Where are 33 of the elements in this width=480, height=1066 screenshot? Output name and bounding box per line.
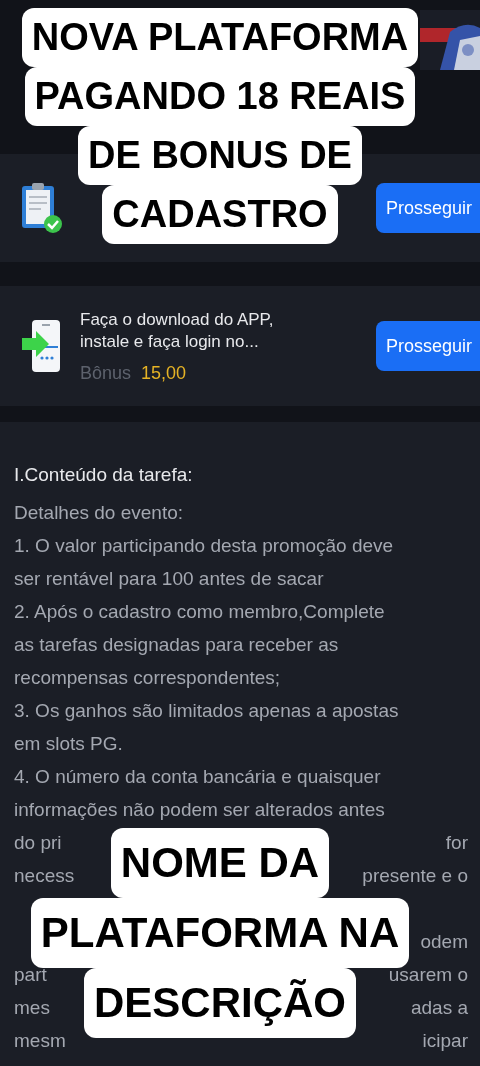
task-title: Faça o download do APP, instale e faça login no... (80, 308, 275, 353)
task-text: ser rentável para 100 antes de sacar (14, 567, 324, 590)
caption-text: CADASTRO (102, 185, 338, 244)
task-text: 3. Os ganhos são limitados apenas a apostas (14, 699, 399, 722)
proceed-button[interactable]: Prosseguir (375, 321, 480, 371)
task-text: 2. Após o cadastro como membro,Complete (14, 600, 385, 623)
task-text: 4. O número da conta bancária e quaisquer (14, 765, 381, 788)
proceed-button[interactable]: Prosseguir (375, 183, 480, 233)
task-text: recompensas correspondentes; (14, 666, 281, 689)
caption-text: NOME DA (110, 828, 330, 898)
task-text: adas a (410, 996, 468, 1019)
task-text: odem (420, 930, 468, 953)
bonus-value: 15,00 (141, 362, 187, 384)
caption-text: NOVA PLATAFORMA (21, 8, 419, 67)
caption-text: PLATAFORMA NA (30, 898, 410, 968)
task-text: icipar (422, 1029, 468, 1052)
task-text: necess (14, 864, 75, 887)
caption-text: DESCRIÇÃO (84, 968, 356, 1038)
section-heading: I.Conteúdo da tarefa: (14, 463, 194, 487)
bonus-label: Bônus (80, 362, 132, 384)
caption-text: DE BONUS DE (78, 126, 362, 185)
task-text: informações não podem ser alterados antes (14, 798, 385, 821)
task-text: as tarefas designadas para receber as (14, 633, 339, 656)
task-text: mesm (14, 1029, 66, 1052)
clipboard-check-icon (20, 180, 64, 236)
task-text: presente e o (362, 864, 468, 887)
task-text: do pri (14, 831, 62, 854)
task-text: 1. O valor participando desta promoção deve (14, 534, 394, 557)
task-text: for (445, 831, 468, 854)
caption-text: PAGANDO 18 REAIS (24, 67, 416, 126)
task-text: Detalhes do evento: (14, 501, 183, 524)
task-text: em slots PG. (14, 732, 123, 755)
task-text: mes (14, 996, 50, 1019)
